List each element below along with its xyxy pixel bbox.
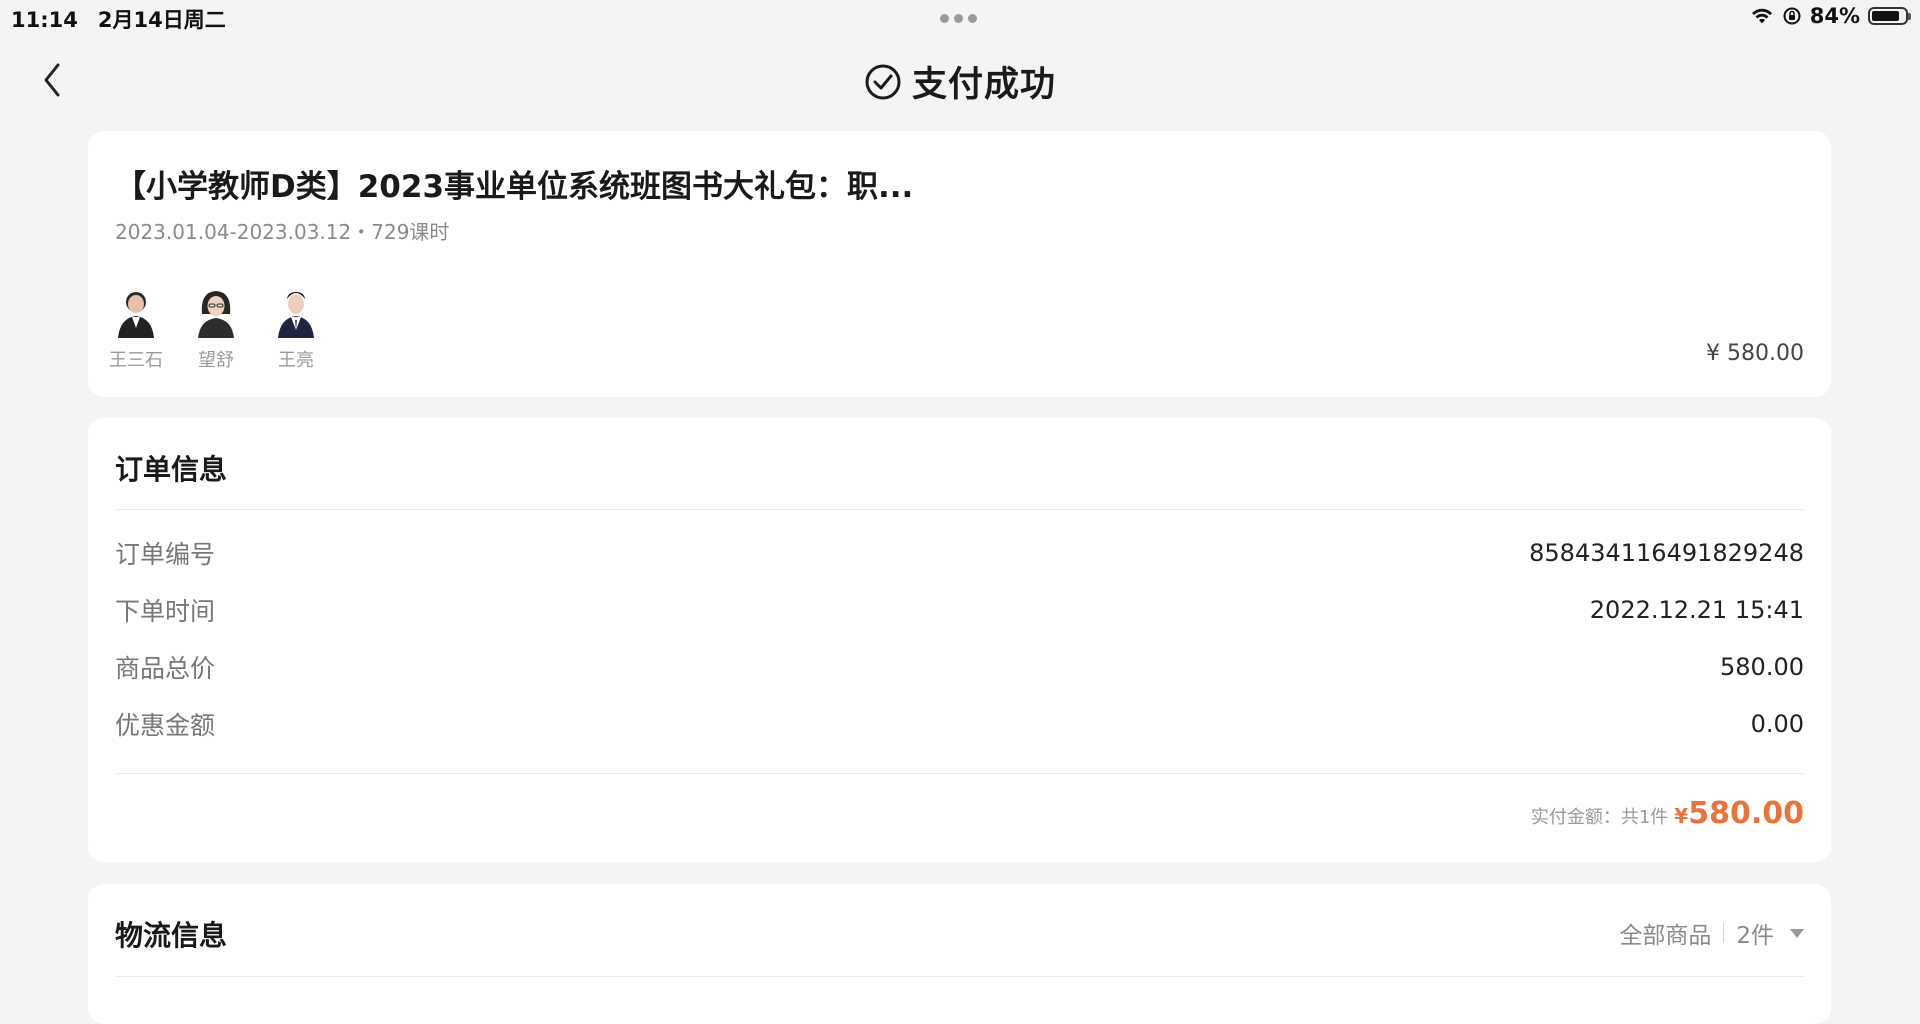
- filter-count: 2件: [1736, 923, 1774, 949]
- divider: [115, 773, 1804, 774]
- avatar: [198, 291, 234, 338]
- product-meta: 2023.01.04-2023.03.12・729课时: [115, 220, 450, 244]
- paid-currency: ¥: [1674, 804, 1689, 828]
- orientation-lock-icon: [1783, 7, 1801, 25]
- order-row-number: 订单编号 858434116491829248: [115, 533, 1804, 573]
- divider: [115, 509, 1804, 510]
- order-info-title: 订单信息: [115, 453, 228, 486]
- logistics-card: 物流信息 全部商品 2件: [88, 884, 1831, 1024]
- wifi-icon: [1751, 8, 1772, 24]
- order-row-label: 订单编号: [115, 540, 216, 569]
- status-bar: 11:14 2月14日周二 84%: [0, 0, 1920, 34]
- check-circle-icon: [865, 64, 901, 99]
- logistics-title: 物流信息: [115, 919, 228, 952]
- paid-label: 实付金额：共1件: [1530, 807, 1669, 828]
- order-row-label: 优惠金额: [115, 711, 216, 740]
- teacher-item: 王三石: [109, 284, 163, 372]
- order-row-value: 858434116491829248: [1529, 539, 1804, 567]
- order-row-label: 下单时间: [115, 597, 216, 626]
- page-title: 支付成功: [911, 65, 1056, 105]
- caret-down-icon: [1790, 928, 1804, 938]
- teacher-item: 王亮: [270, 284, 322, 372]
- order-row-time: 下单时间 2022.12.21 15:41: [115, 590, 1804, 630]
- status-date: 2月14日周二: [97, 8, 226, 32]
- divider: [115, 976, 1804, 977]
- order-row-discount: 优惠金额 0.00: [115, 704, 1804, 744]
- product-card[interactable]: 【小学教师D类】2023事业单位系统班图书大礼包：职... 2023.01.04…: [88, 131, 1831, 397]
- paid-summary: 实付金额：共1件 ¥ 580.00: [1531, 796, 1804, 831]
- teacher-name: 望舒: [198, 350, 234, 371]
- order-row-total: 商品总价 580.00: [115, 647, 1804, 687]
- filter-separator: [1723, 923, 1725, 943]
- order-row-label: 商品总价: [115, 654, 216, 683]
- goods-filter-dropdown[interactable]: 全部商品 2件: [1619, 916, 1804, 950]
- product-title: 【小学教师D类】2023事业单位系统班图书大礼包：职...: [115, 169, 914, 205]
- teacher-name: 王亮: [278, 350, 314, 371]
- battery-icon: [1868, 7, 1911, 25]
- nav-bar: 支付成功: [0, 44, 1920, 114]
- nav-title-group: 支付成功: [0, 56, 1920, 107]
- avatar: [118, 292, 154, 338]
- multitask-dots-icon[interactable]: [940, 14, 977, 23]
- status-indicators: 84%: [1750, 4, 1911, 28]
- avatar: [278, 292, 314, 338]
- status-time-date: 11:14 2月14日周二: [11, 4, 226, 34]
- order-row-value: 0.00: [1750, 710, 1804, 738]
- paid-amount: 580.00: [1688, 796, 1804, 831]
- status-time: 11:14: [11, 8, 78, 32]
- filter-label: 全部商品: [1619, 923, 1712, 949]
- teacher-name: 王三石: [109, 350, 163, 371]
- teacher-list: 王三石 望舒 王亮: [109, 284, 322, 372]
- order-row-value: 2022.12.21 15:41: [1589, 596, 1804, 624]
- order-row-value: 580.00: [1720, 653, 1804, 681]
- product-price: ¥ 580.00: [1706, 341, 1804, 366]
- battery-percent: 84%: [1809, 4, 1860, 28]
- teacher-item: 望舒: [190, 284, 242, 372]
- order-info-card: 订单信息 订单编号 858434116491829248 下单时间 2022.1…: [88, 418, 1831, 862]
